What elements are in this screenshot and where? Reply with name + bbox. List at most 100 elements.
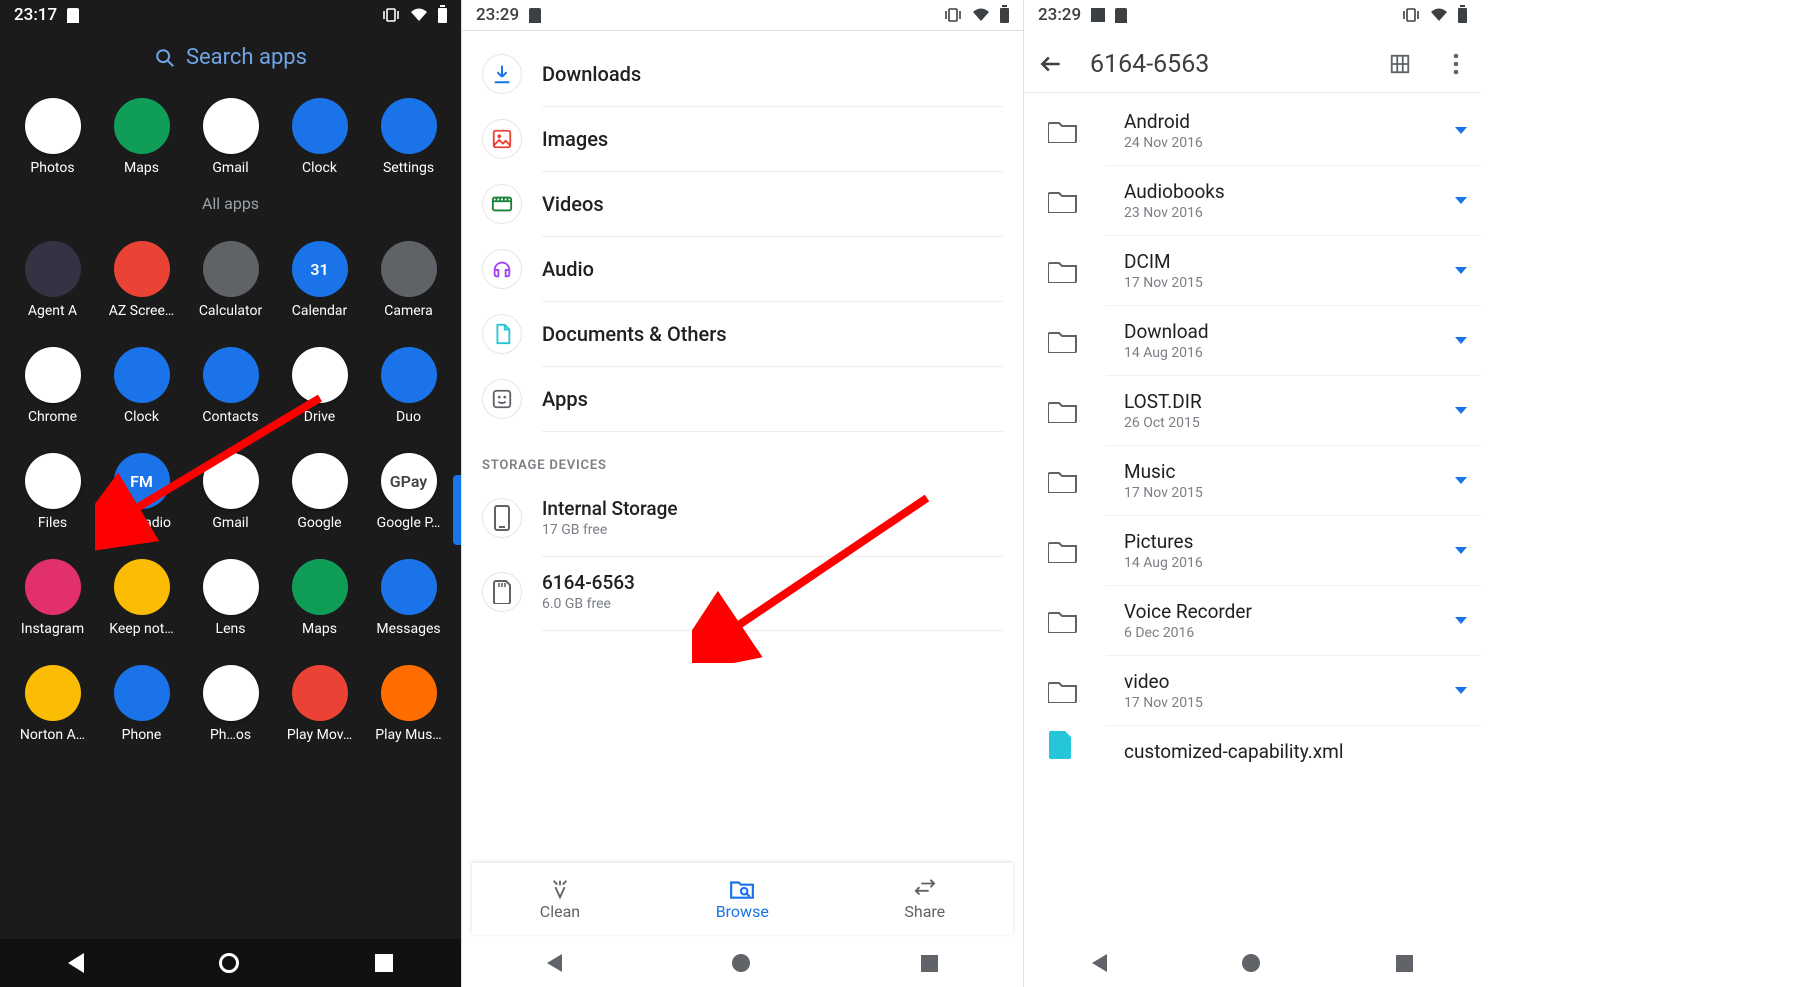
app-label: Google P… [377, 515, 441, 531]
app-label: Gmail [212, 515, 248, 531]
app-phone[interactable]: Phone [97, 665, 186, 743]
app-chrome[interactable]: Chrome [8, 347, 97, 425]
app-calendar[interactable]: 31Calendar [275, 241, 364, 319]
recents-button[interactable] [375, 954, 393, 972]
app-label: Duo [396, 409, 421, 425]
home-button[interactable] [732, 954, 750, 972]
folder-row[interactable]: Music17 Nov 2015 [1106, 446, 1481, 516]
folder-name: Voice Recorder [1124, 600, 1252, 623]
category-label: Audio [542, 257, 594, 281]
more-icon[interactable] [1445, 53, 1467, 75]
home-button[interactable] [1242, 954, 1260, 972]
app-google[interactable]: Google [275, 453, 364, 531]
app-drive[interactable]: Drive [275, 347, 364, 425]
storage-icon [482, 572, 522, 612]
app-camera[interactable]: Camera [364, 241, 453, 319]
category-downloads[interactable]: Downloads [542, 42, 1003, 107]
app-az-scree-[interactable]: AZ Scree… [97, 241, 186, 319]
status-bar: 23:29 [462, 0, 1023, 30]
sim-icon [529, 8, 541, 23]
storage-6164-6563[interactable]: 6164-65636.0 GB free [542, 557, 1003, 631]
back-icon[interactable] [1038, 51, 1064, 77]
category-audio[interactable]: Audio [542, 237, 1003, 302]
battery-icon [1458, 8, 1467, 23]
folder-date: 26 Oct 2015 [1124, 415, 1202, 431]
chevron-down-icon[interactable] [1455, 687, 1467, 694]
app-label: Maps [302, 621, 337, 637]
folder-name: Pictures [1124, 530, 1203, 553]
back-button[interactable] [547, 954, 562, 972]
app-google-p-[interactable]: GPayGoogle P… [364, 453, 453, 531]
chevron-down-icon[interactable] [1455, 617, 1467, 624]
folder-name: video [1124, 670, 1203, 693]
storage-internal-storage[interactable]: Internal Storage17 GB free [542, 483, 1003, 557]
folder-name: Android [1124, 110, 1203, 133]
app-icon [292, 453, 348, 509]
storage-sub: 6.0 GB free [542, 596, 635, 612]
folder-row[interactable]: video17 Nov 2015 [1106, 656, 1481, 726]
tab-browse[interactable]: Browse [716, 878, 769, 921]
app-files[interactable]: Files [8, 453, 97, 531]
tab-share[interactable]: Share [904, 878, 945, 921]
app-photos[interactable]: Photos [8, 98, 97, 176]
folder-row[interactable]: LOST.DIR26 Oct 2015 [1106, 376, 1481, 446]
back-button[interactable] [1092, 954, 1107, 972]
app-icon [203, 453, 259, 509]
app-label: Gmail [212, 160, 248, 176]
chevron-down-icon[interactable] [1455, 547, 1467, 554]
app-agent-a[interactable]: Agent A [8, 241, 97, 319]
app-play-mus-[interactable]: Play Mus… [364, 665, 453, 743]
app-ph-os[interactable]: Ph…os [186, 665, 275, 743]
chevron-down-icon[interactable] [1455, 267, 1467, 274]
app-fm-radio[interactable]: FMFM Radio [97, 453, 186, 531]
folder-row[interactable]: Voice Recorder6 Dec 2016 [1106, 586, 1481, 656]
chevron-down-icon[interactable] [1455, 337, 1467, 344]
app-icon [114, 347, 170, 403]
app-messages[interactable]: Messages [364, 559, 453, 637]
category-apps[interactable]: Apps [542, 367, 1003, 432]
app-clock[interactable]: Clock [275, 98, 364, 176]
back-button[interactable] [68, 953, 84, 973]
chevron-down-icon[interactable] [1455, 407, 1467, 414]
file-row[interactable]: customized-capability.xml [1106, 726, 1481, 777]
app-drawer-screen: 23:17 Search apps PhotosMapsGmailClockSe… [0, 0, 461, 987]
category-videos[interactable]: Videos [542, 172, 1003, 237]
folder-row[interactable]: Audiobooks23 Nov 2016 [1106, 166, 1481, 236]
category-documents-others[interactable]: Documents & Others [542, 302, 1003, 367]
folder-row[interactable]: Pictures14 Aug 2016 [1106, 516, 1481, 586]
app-maps[interactable]: Maps [275, 559, 364, 637]
view-grid-icon[interactable] [1381, 53, 1419, 75]
app-play-mov-[interactable]: Play Mov… [275, 665, 364, 743]
app-label: FM Radio [112, 515, 171, 531]
app-icon [203, 559, 259, 615]
search-apps[interactable]: Search apps [0, 45, 461, 70]
category-images[interactable]: Images [542, 107, 1003, 172]
folder-list[interactable]: Android24 Nov 2016Audiobooks23 Nov 2016D… [1024, 96, 1481, 939]
app-keep-not-[interactable]: Keep not… [97, 559, 186, 637]
chevron-down-icon[interactable] [1455, 477, 1467, 484]
folder-row[interactable]: DCIM17 Nov 2015 [1106, 236, 1481, 306]
chevron-down-icon[interactable] [1455, 197, 1467, 204]
app-gmail[interactable]: Gmail [186, 453, 275, 531]
app-clock[interactable]: Clock [97, 347, 186, 425]
scrollbar[interactable] [453, 475, 461, 545]
app-settings[interactable]: Settings [364, 98, 453, 176]
folder-row[interactable]: Android24 Nov 2016 [1106, 96, 1481, 166]
app-gmail[interactable]: Gmail [186, 98, 275, 176]
app-icon [292, 98, 348, 154]
app-norton-a-[interactable]: Norton A… [8, 665, 97, 743]
app-lens[interactable]: Lens [186, 559, 275, 637]
app-instagram[interactable]: Instagram [8, 559, 97, 637]
sim-icon [67, 8, 79, 23]
tab-clean[interactable]: Clean [540, 878, 580, 921]
chevron-down-icon[interactable] [1455, 127, 1467, 134]
app-calculator[interactable]: Calculator [186, 241, 275, 319]
app-icon [25, 98, 81, 154]
app-maps[interactable]: Maps [97, 98, 186, 176]
home-button[interactable] [219, 953, 239, 973]
recents-button[interactable] [1396, 955, 1413, 972]
app-duo[interactable]: Duo [364, 347, 453, 425]
recents-button[interactable] [921, 955, 938, 972]
app-contacts[interactable]: Contacts [186, 347, 275, 425]
folder-row[interactable]: Download14 Aug 2016 [1106, 306, 1481, 376]
